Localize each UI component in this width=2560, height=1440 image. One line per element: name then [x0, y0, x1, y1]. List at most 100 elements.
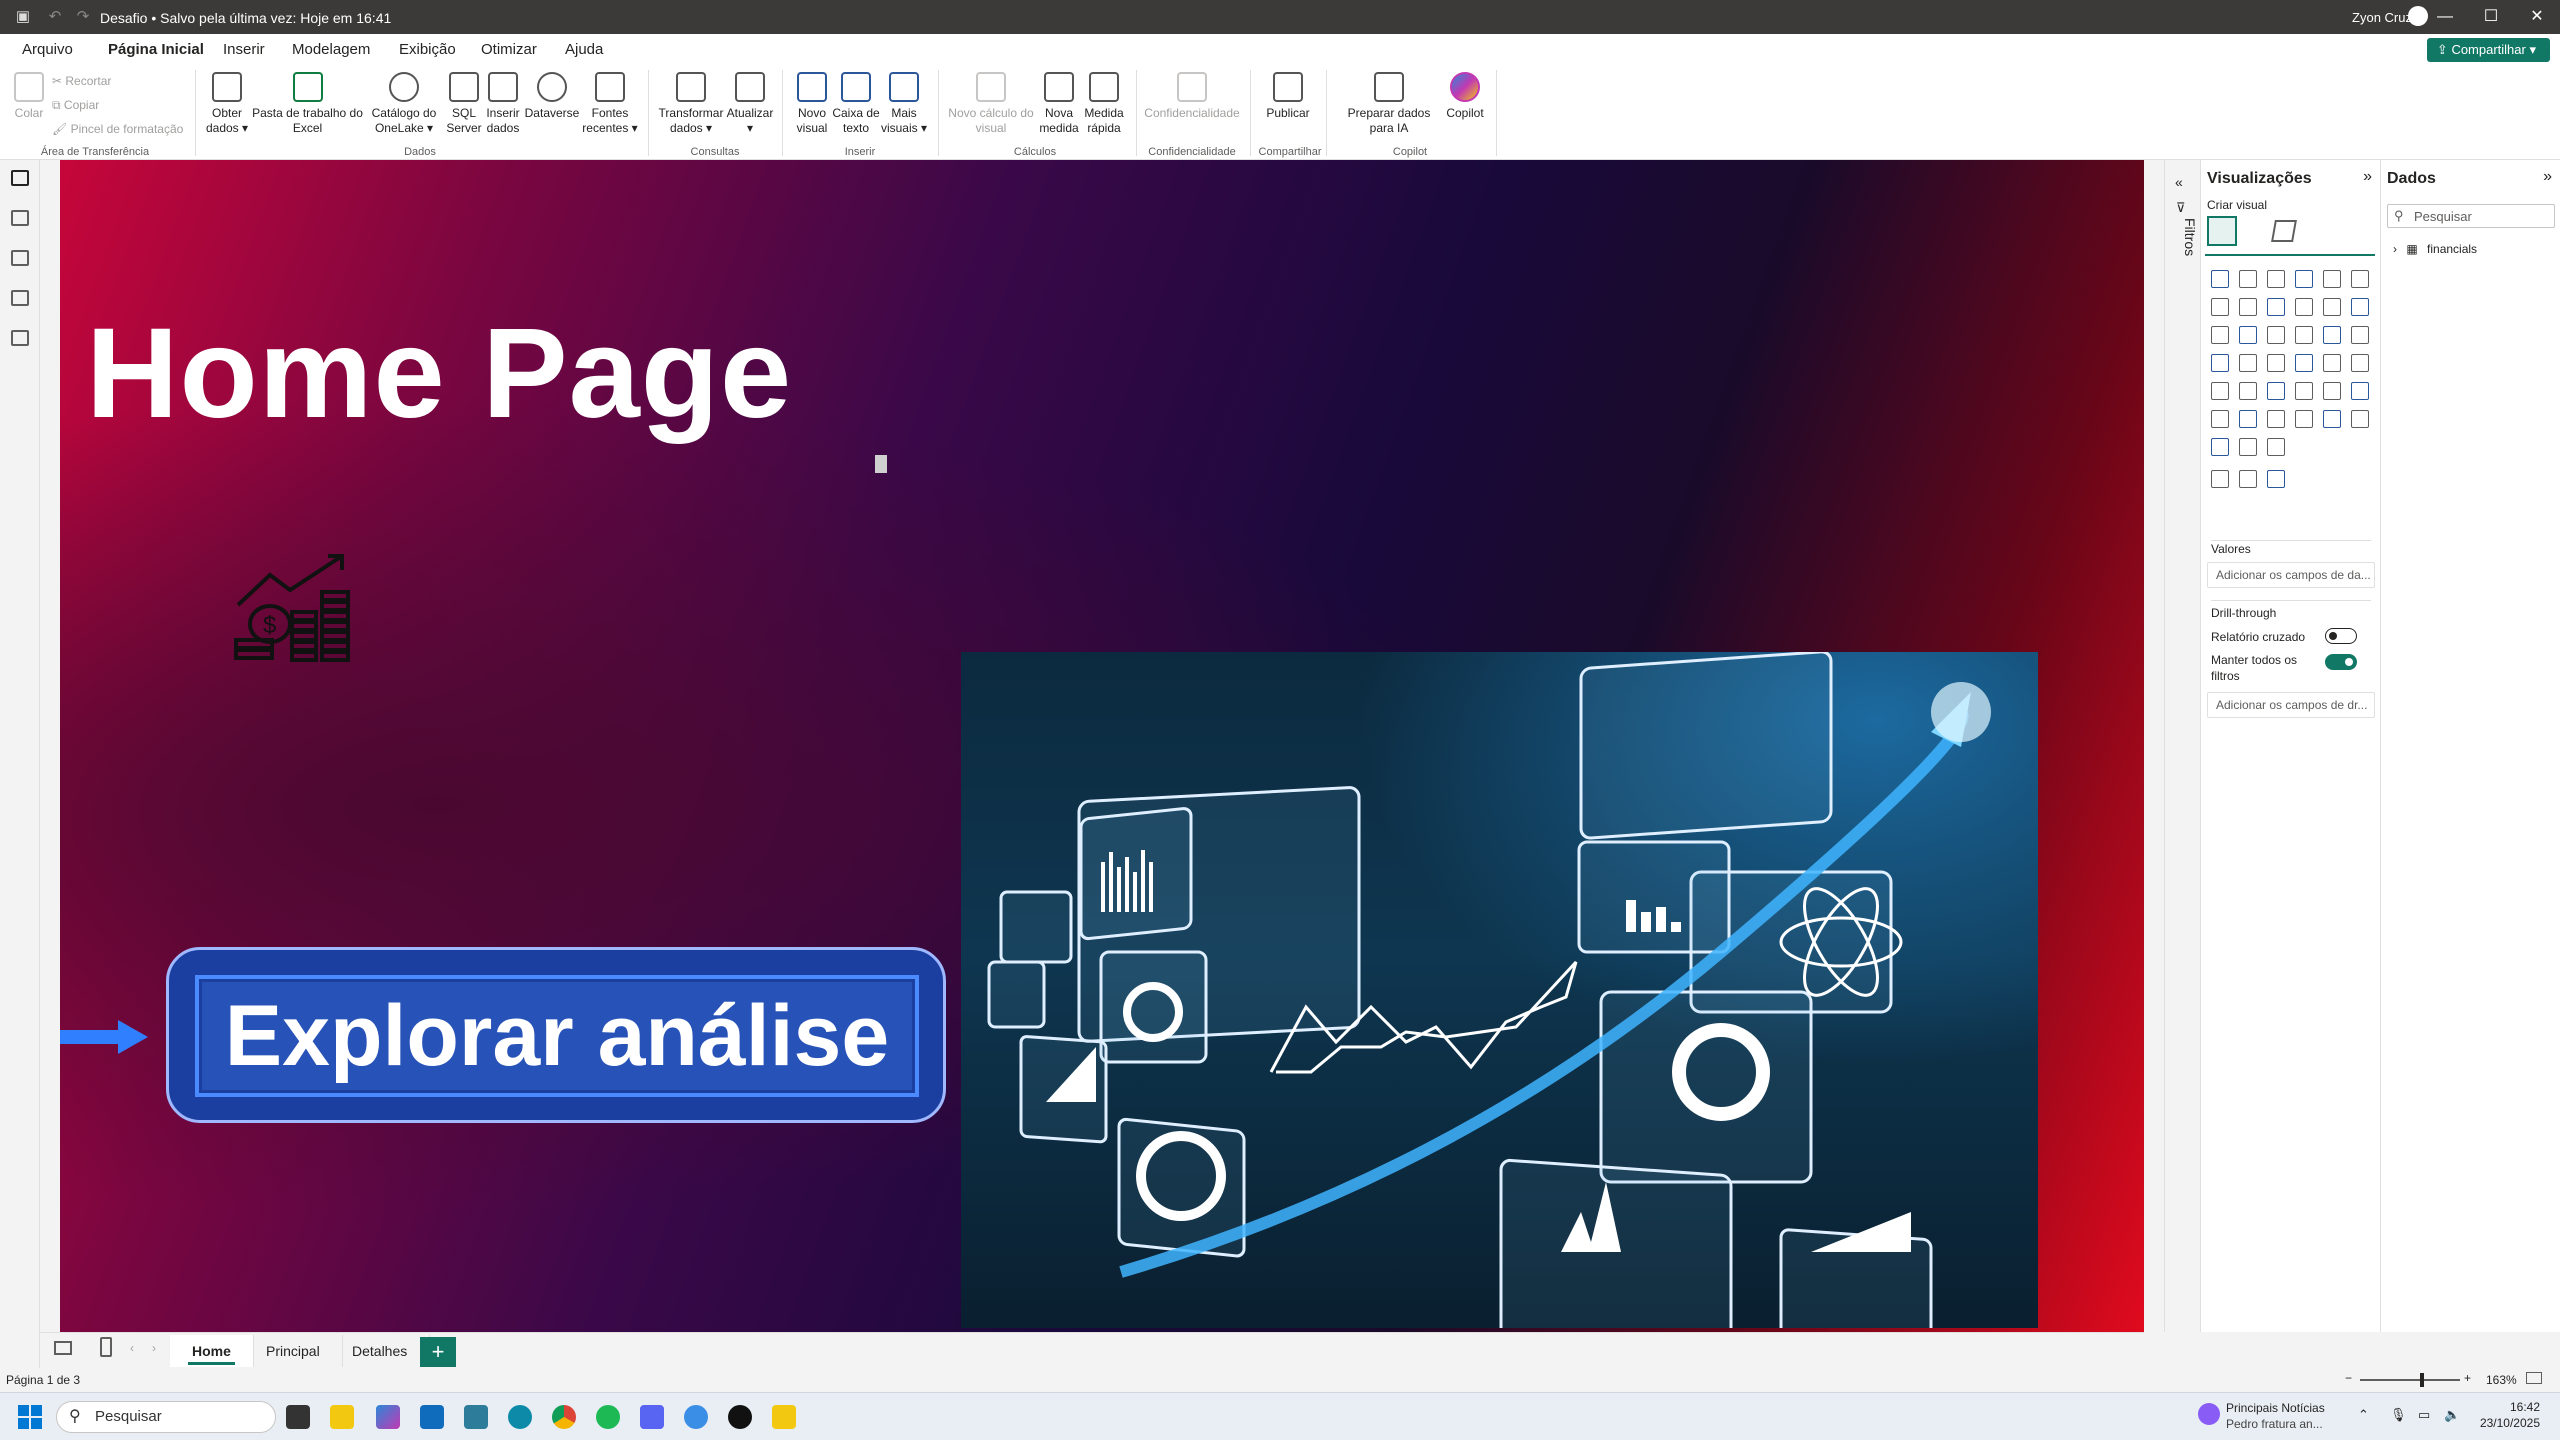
visual-type-icon[interactable]	[2239, 382, 2257, 400]
transform-data-button[interactable]: Transformar dados ▾	[656, 72, 726, 136]
maximize-icon[interactable]: ☐	[2468, 0, 2514, 34]
values-well[interactable]: Adicionar os campos de da...	[2207, 562, 2375, 588]
explore-button-label[interactable]: Explorar análise	[195, 975, 919, 1097]
visual-type-icon[interactable]	[2323, 382, 2341, 400]
visual-type-icon[interactable]	[2351, 382, 2369, 400]
undo-icon[interactable]: ↶	[46, 8, 64, 26]
report-canvas[interactable]: Home Page $ Explorar análise	[60, 160, 2144, 1332]
table-view-icon[interactable]	[11, 210, 29, 226]
sensitivity-button[interactable]: Confidencialidade	[1142, 72, 1242, 121]
clock-date[interactable]: 23/10/2025	[2474, 1416, 2540, 1430]
page-tab-home[interactable]: Home	[170, 1335, 254, 1367]
file-explorer-icon[interactable]	[330, 1405, 354, 1429]
data-search-input[interactable]: ⚲ Pesquisar	[2387, 204, 2555, 228]
visual-type-icon[interactable]	[2295, 354, 2313, 372]
more-visuals-button[interactable]: Mais visuais ▾	[878, 72, 930, 136]
visual-type-icon[interactable]	[2295, 382, 2313, 400]
page-tab-principal[interactable]: Principal	[244, 1335, 343, 1367]
visual-type-icon[interactable]	[2267, 298, 2285, 316]
tab-pagina-inicial[interactable]: Página Inicial	[108, 41, 204, 68]
build-visual-tab[interactable]	[2207, 216, 2237, 246]
new-visual-button[interactable]: Novo visual	[790, 72, 834, 136]
visual-type-icon[interactable]	[2351, 354, 2369, 372]
get-data-button[interactable]: Obter dados ▾	[202, 72, 252, 136]
next-page-icon[interactable]: ›	[152, 1341, 156, 1355]
collapse-filters-icon[interactable]: «	[2175, 174, 2183, 190]
visual-type-icon[interactable]	[2295, 270, 2313, 288]
chrome-icon[interactable]	[552, 1405, 576, 1429]
visual-type-icon[interactable]	[2239, 354, 2257, 372]
dataverse-button[interactable]: Dataverse	[522, 72, 582, 121]
visual-type-icon[interactable]	[2323, 410, 2341, 428]
refresh-button[interactable]: Atualizar ▾	[724, 72, 776, 136]
store-icon[interactable]	[420, 1405, 444, 1429]
recent-sources-button[interactable]: Fontes recentes ▾	[580, 72, 640, 136]
news-subtitle[interactable]: Pedro fratura an...	[2226, 1417, 2323, 1431]
visual-type-icon[interactable]	[2267, 270, 2285, 288]
collapse-data-icon[interactable]: »	[2543, 168, 2552, 186]
copy-button[interactable]: ⧉ Copiar	[52, 98, 99, 113]
chevron-up-icon[interactable]: ⌃	[2358, 1407, 2369, 1423]
visual-type-icon[interactable]	[2239, 298, 2257, 316]
format-visual-icon[interactable]	[2271, 220, 2297, 242]
visual-type-icon[interactable]	[2323, 270, 2341, 288]
prev-page-icon[interactable]: ‹	[130, 1341, 134, 1355]
save-icon[interactable]: ▣	[14, 8, 32, 26]
visual-type-icon[interactable]	[2351, 298, 2369, 316]
zoom-slider-thumb[interactable]	[2420, 1373, 2424, 1387]
onelake-button[interactable]: Catálogo do OneLake ▾	[364, 72, 444, 136]
task-view-icon[interactable]	[286, 1405, 310, 1429]
volume-icon[interactable]: 🔈	[2444, 1407, 2460, 1423]
window-title[interactable]: Desafio • Salvo pela última vez: Hoje em…	[100, 10, 391, 26]
visual-type-icon[interactable]	[2211, 382, 2229, 400]
enter-data-button[interactable]: Inserir dados	[482, 72, 524, 136]
news-title[interactable]: Principais Notícias	[2226, 1401, 2325, 1415]
spotify-icon[interactable]	[596, 1405, 620, 1429]
discord-icon[interactable]	[640, 1405, 664, 1429]
visual-type-icon[interactable]	[2267, 382, 2285, 400]
power-bi-icon[interactable]	[772, 1405, 796, 1429]
app-icon[interactable]	[464, 1405, 488, 1429]
mobile-layout-icon[interactable]	[100, 1337, 112, 1357]
app-icon[interactable]	[728, 1405, 752, 1429]
visual-type-icon[interactable]	[2295, 298, 2313, 316]
visual-type-icon[interactable]	[2323, 298, 2341, 316]
prep-ai-button[interactable]: Preparar dados para IA	[1334, 72, 1444, 136]
visual-type-icon[interactable]	[2323, 326, 2341, 344]
visual-type-icon[interactable]	[2323, 354, 2341, 372]
visual-type-icon[interactable]	[2295, 326, 2313, 344]
filters-pane[interactable]: « ⊽	[2164, 160, 2200, 1332]
windows-start-icon[interactable]	[18, 1405, 42, 1429]
cut-button[interactable]: ✂ Recortar	[52, 74, 111, 88]
microphone-icon[interactable]: 🎙	[2390, 1407, 2407, 1423]
cross-report-toggle[interactable]	[2325, 628, 2357, 644]
add-page-button[interactable]: +	[420, 1337, 456, 1367]
clock-time[interactable]: 16:42	[2500, 1400, 2540, 1414]
visual-type-icon[interactable]	[2351, 410, 2369, 428]
share-button[interactable]: ⇪ Compartilhar ▾	[2426, 38, 2550, 62]
copilot-app-icon[interactable]	[376, 1405, 400, 1429]
tab-modelagem[interactable]: Modelagem	[292, 41, 370, 58]
desktop-layout-icon[interactable]	[54, 1341, 72, 1355]
visual-type-icon[interactable]	[2211, 270, 2229, 288]
visual-type-icon[interactable]	[2351, 326, 2369, 344]
collapse-visualizations-icon[interactable]: »	[2363, 168, 2372, 186]
zoom-out-icon[interactable]: −	[2345, 1371, 2352, 1385]
visual-type-icon[interactable]	[2211, 354, 2229, 372]
visual-type-icon[interactable]	[2267, 438, 2285, 456]
app-icon[interactable]	[684, 1405, 708, 1429]
quick-measure-button[interactable]: Medida rápida	[1080, 72, 1128, 136]
publish-button[interactable]: Publicar	[1258, 72, 1318, 121]
edge-icon[interactable]	[508, 1405, 532, 1429]
tmdl-view-icon[interactable]	[11, 330, 29, 346]
zoom-in-icon[interactable]: +	[2464, 1371, 2471, 1385]
user-name[interactable]: Zyon Cruz	[2352, 10, 2412, 25]
paste-button[interactable]: Colar	[12, 72, 46, 121]
visual-type-icon[interactable]	[2211, 410, 2229, 428]
visual-type-icon[interactable]	[2351, 270, 2369, 288]
fit-page-icon[interactable]	[2526, 1372, 2542, 1384]
new-measure-button[interactable]: Nova medida	[1036, 72, 1082, 136]
visual-type-icon[interactable]	[2239, 270, 2257, 288]
filters-label[interactable]: Filtros	[2168, 218, 2198, 278]
visual-type-icon[interactable]	[2239, 410, 2257, 428]
